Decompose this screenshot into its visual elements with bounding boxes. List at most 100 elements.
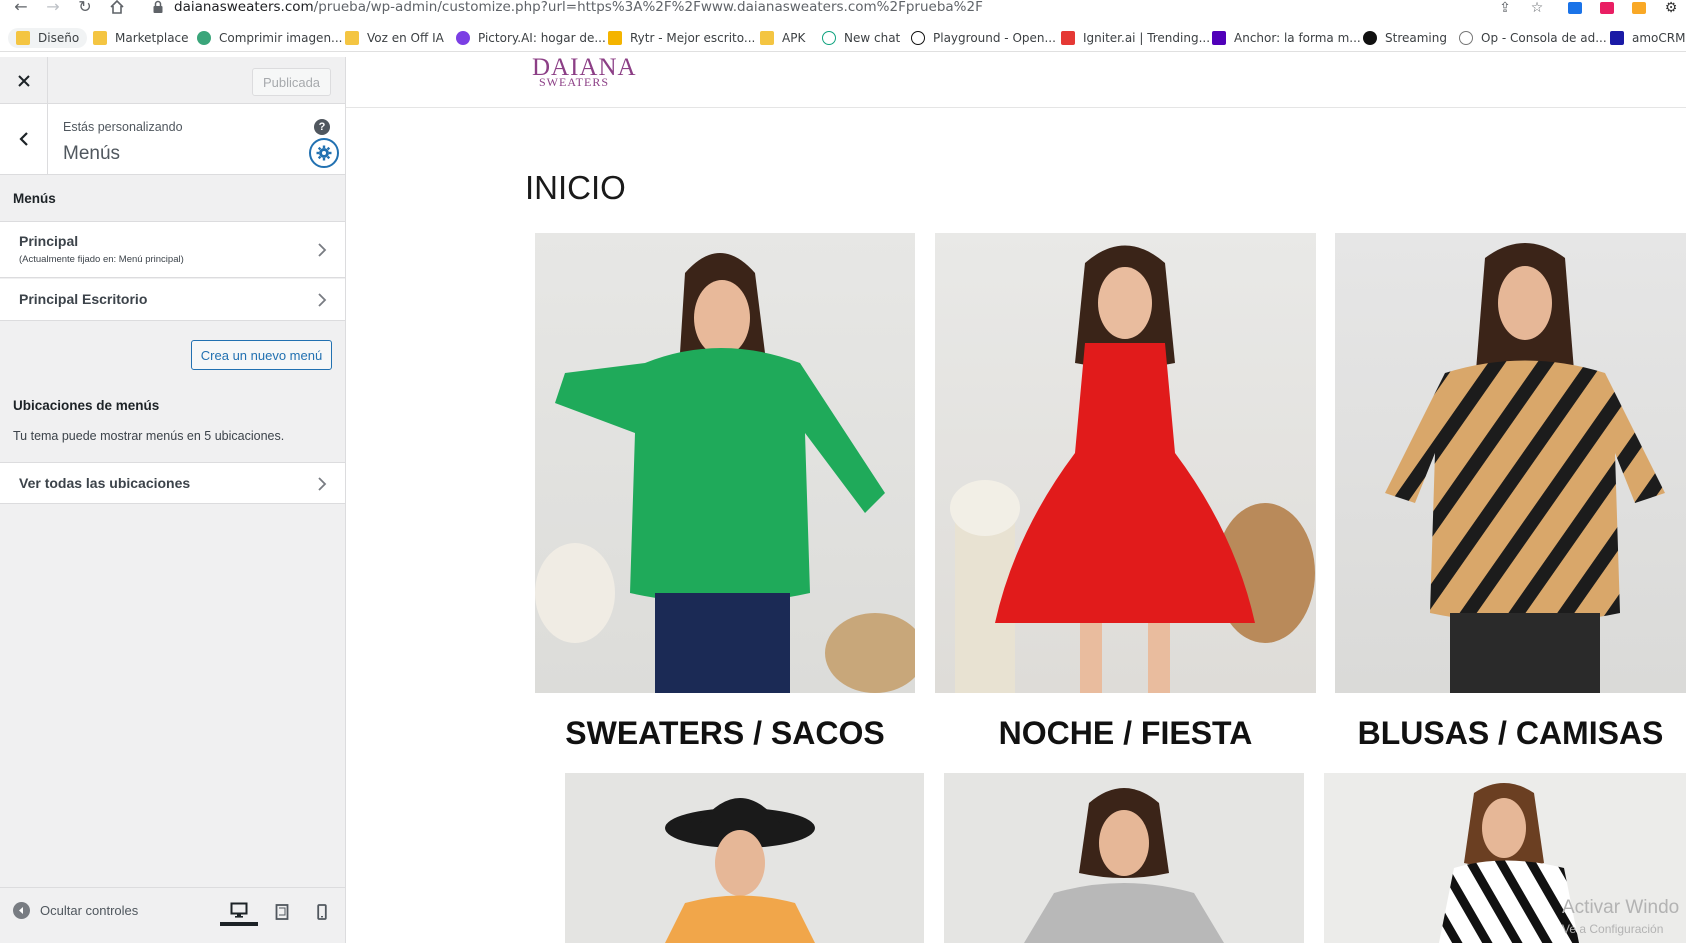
- extension-icon[interactable]: [1600, 2, 1614, 14]
- folder-icon: [760, 31, 774, 45]
- bookmark-item[interactable]: Pictory.AI: hogar de...: [456, 28, 606, 48]
- desktop-icon: [230, 902, 248, 918]
- desktop-preview-button[interactable]: [220, 898, 258, 926]
- category-image-blusas[interactable]: [1335, 233, 1686, 693]
- view-all-locations[interactable]: Ver todas las ubicaciones: [0, 462, 345, 504]
- bookmark-item[interactable]: APK: [760, 28, 805, 48]
- bookmark-label: Pictory.AI: hogar de...: [478, 31, 606, 45]
- bookmark-label: APK: [782, 31, 806, 45]
- hat-photo: [665, 798, 815, 943]
- tablet-preview-button[interactable]: [263, 898, 301, 926]
- share-icon[interactable]: ⇪: [1496, 0, 1514, 16]
- category-image-sweaters[interactable]: [535, 233, 915, 693]
- windows-activation-sub: Ve a Configuración: [1562, 922, 1664, 936]
- leaf-icon: [197, 31, 211, 45]
- amocrm-icon: [1610, 31, 1624, 45]
- back-arrow-icon[interactable]: ←: [10, 0, 32, 16]
- customizing-label: Estás personalizando: [63, 120, 183, 134]
- menu-item-principal[interactable]: Principal (Actualmente fijado en: Menú p…: [0, 222, 345, 278]
- folder-icon: [93, 31, 107, 45]
- menu-item-label: Ver todas las ubicaciones: [19, 475, 191, 491]
- menu-item-label: Principal: [19, 233, 79, 249]
- site-logo-sub[interactable]: SWEATERS: [539, 75, 609, 90]
- site-preview: DAIANA SWEATERS INICIO SWEATERS / SACOS …: [346, 53, 1686, 943]
- chevron-left-icon: [18, 132, 28, 146]
- help-icon[interactable]: ?: [314, 119, 330, 135]
- lock-icon[interactable]: [152, 0, 164, 14]
- folder-icon: [16, 31, 30, 45]
- star-icon[interactable]: ☆: [1528, 0, 1546, 16]
- bookmark-label: Marketplace: [115, 31, 189, 45]
- customizer-panel: Publicada Estás personalizando Menús ? M…: [0, 57, 346, 943]
- collapse-icon: [13, 902, 30, 919]
- extension-icon[interactable]: [1632, 2, 1646, 14]
- bookmark-label: Rytr - Mejor escrito...: [630, 31, 756, 45]
- menu-item-label: Principal Escritorio: [19, 291, 148, 307]
- locations-description: Tu tema puede mostrar menús en 5 ubicaci…: [13, 429, 285, 443]
- menu-item-sublabel: (Actualmente fijado en: Menú principal): [19, 254, 184, 265]
- anchor-icon: [1212, 31, 1226, 45]
- category-image-noche[interactable]: [935, 233, 1316, 693]
- bookmark-item[interactable]: Anchor: la forma m...: [1212, 28, 1361, 48]
- forward-arrow-icon[interactable]: →: [42, 0, 64, 16]
- address-bar[interactable]: daianasweaters.com/prueba/wp-admin/custo…: [174, 0, 983, 15]
- bookmark-label: Playground - Open...: [933, 31, 1056, 45]
- chevron-right-icon: [318, 243, 327, 257]
- back-button[interactable]: [0, 104, 48, 174]
- menu-item-principal-escritorio[interactable]: Principal Escritorio: [0, 279, 345, 321]
- settings-button[interactable]: [309, 138, 339, 168]
- bookmark-label: Anchor: la forma m...: [1234, 31, 1361, 45]
- rytr-icon: [608, 31, 622, 45]
- locations-heading: Ubicaciones de menús: [13, 398, 160, 413]
- hide-controls-label: Ocultar controles: [40, 903, 139, 918]
- category-image[interactable]: [565, 773, 924, 943]
- mobile-preview-button[interactable]: [303, 898, 341, 926]
- page-title: INICIO: [525, 169, 626, 206]
- home-icon[interactable]: [106, 0, 128, 16]
- publish-button[interactable]: Publicada: [252, 68, 331, 96]
- openai-icon: [822, 31, 836, 45]
- op-icon: [1459, 31, 1473, 45]
- menus-heading: Menús: [13, 191, 56, 206]
- bookmark-item[interactable]: Playground - Open...: [911, 28, 1056, 48]
- blouse-photo: [1385, 243, 1665, 693]
- category-title[interactable]: SWEATERS / SACOS: [535, 715, 915, 752]
- folder-icon: [345, 31, 359, 45]
- streaming-icon: [1363, 31, 1377, 45]
- hide-controls-button[interactable]: Ocultar controles: [13, 902, 138, 919]
- bookmark-label: Voz en Off IA: [367, 31, 444, 45]
- bookmark-label: Comprimir imagen...: [219, 31, 343, 45]
- chevron-right-icon: [318, 293, 327, 307]
- bookmarks-bar: Diseño Marketplace Comprimir imagen... V…: [0, 24, 1686, 52]
- close-icon: [17, 74, 30, 87]
- bookmark-item[interactable]: Op - Consola de ad...: [1459, 28, 1607, 48]
- site-header: DAIANA SWEATERS: [346, 53, 1686, 108]
- bookmark-label: Streaming: [1385, 31, 1447, 45]
- reload-icon[interactable]: ↻: [74, 0, 96, 16]
- bookmark-label: Diseño: [38, 31, 80, 45]
- openai-icon: [911, 31, 925, 45]
- bookmark-item[interactable]: Igniter.ai | Trending...: [1061, 28, 1210, 48]
- extension-icon[interactable]: [1568, 2, 1582, 14]
- category-title[interactable]: NOCHE / FIESTA: [935, 715, 1316, 752]
- customizer-footer: Ocultar controles: [0, 887, 345, 943]
- bookmark-item[interactable]: Comprimir imagen...: [197, 28, 343, 48]
- url-path: /prueba/wp-admin/customize.php?url=https…: [313, 0, 983, 15]
- bookmark-item[interactable]: amoCRM:: [1610, 28, 1686, 48]
- pictory-icon: [456, 31, 470, 45]
- bookmark-item[interactable]: New chat: [822, 28, 900, 48]
- bookmark-item[interactable]: Marketplace: [93, 28, 189, 48]
- section-title: Menús: [63, 143, 121, 164]
- url-host: daianasweaters.com: [174, 0, 314, 15]
- category-image[interactable]: [944, 773, 1304, 943]
- bookmark-item[interactable]: Streaming: [1363, 28, 1447, 48]
- bookmark-item[interactable]: Rytr - Mejor escrito...: [608, 28, 755, 48]
- igniter-icon: [1061, 31, 1075, 45]
- extension-icon[interactable]: ⚙: [1662, 0, 1680, 16]
- category-title[interactable]: BLUSAS / CAMISAS: [1335, 715, 1686, 752]
- bookmark-item[interactable]: Diseño: [8, 28, 88, 48]
- create-menu-button[interactable]: Crea un nuevo menú: [191, 340, 332, 370]
- close-button[interactable]: [0, 57, 48, 104]
- bookmark-item[interactable]: Voz en Off IA: [345, 28, 444, 48]
- section-header: Estás personalizando Menús ?: [0, 104, 345, 175]
